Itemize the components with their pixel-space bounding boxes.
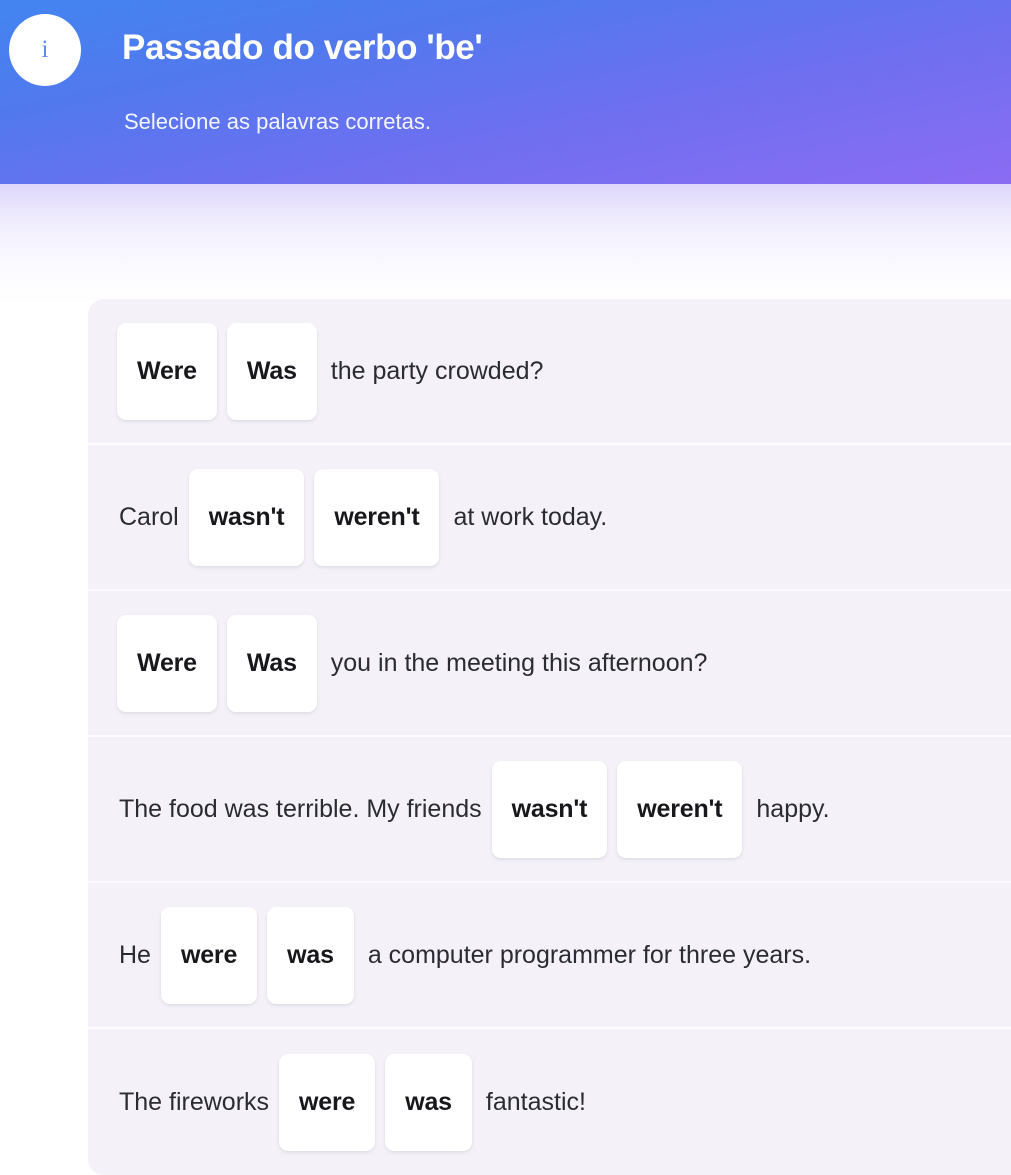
question-row: Were Was the party crowded? [88,299,1011,445]
info-icon: i [9,14,81,86]
answer-option-chip[interactable]: was [267,906,354,1004]
question-line: Were Was you in the meeting this afternoon… [117,614,709,712]
page-subtitle: Selecione as palavras corretas. [124,109,431,134]
question-lead-text: The food was terrible. My friends [119,794,482,823]
answer-option-chip[interactable]: wasn't [188,468,305,566]
answer-option-chip[interactable]: were [279,1053,376,1151]
answer-option-chip[interactable]: weren't [617,760,743,858]
question-trail-text: you in the meeting this afternoon? [330,648,708,677]
answer-option-chip[interactable]: were [160,906,258,1004]
answer-option-chip[interactable]: Were [117,614,217,712]
exercise-card: Were Was the party crowded? Carol wasn't were… [88,299,1011,1175]
question-row: Were Was you in the meeting this afternoon… [88,591,1011,737]
answer-option-chip[interactable]: Was [226,322,317,420]
answer-option-chip[interactable]: Were [117,322,217,420]
question-lead-text: He [119,940,151,969]
question-line: He were was a computer programmer for three… [117,906,813,1004]
question-line: The food was terrible. My friends wasn't w… [117,760,832,858]
question-trail-text: the party crowded? [330,356,544,385]
question-line: Were Was the party crowded? [117,322,545,420]
question-lead-text: Carol [119,502,179,531]
question-row: The fireworks were was fantastic! [88,1029,1011,1175]
answer-option-chip[interactable]: Was [226,614,317,712]
answer-option-chip[interactable]: weren't [314,468,440,566]
header-fade-band [0,184,1011,304]
question-trail-text: a computer programmer for three years. [367,940,812,969]
page-title: Passado do verbo 'be' [122,28,483,67]
question-row: The food was terrible. My friends wasn't w… [88,737,1011,883]
answer-option-chip[interactable]: was [385,1053,472,1151]
question-row: He were was a computer programmer for three… [88,883,1011,1029]
exercise-header: i Passado do verbo 'be' Selecione as pal… [0,0,1011,184]
question-trail-text: fantastic! [485,1087,586,1116]
question-line: Carol wasn't weren't at work today. [117,468,609,566]
info-icon-glyph: i [41,35,49,63]
question-trail-text: happy. [756,794,830,823]
answer-option-chip[interactable]: wasn't [491,760,608,858]
question-trail-text: at work today. [453,502,608,531]
question-line: The fireworks were was fantastic! [117,1053,588,1151]
question-lead-text: The fireworks [119,1087,270,1116]
question-row: Carol wasn't weren't at work today. [88,445,1011,591]
